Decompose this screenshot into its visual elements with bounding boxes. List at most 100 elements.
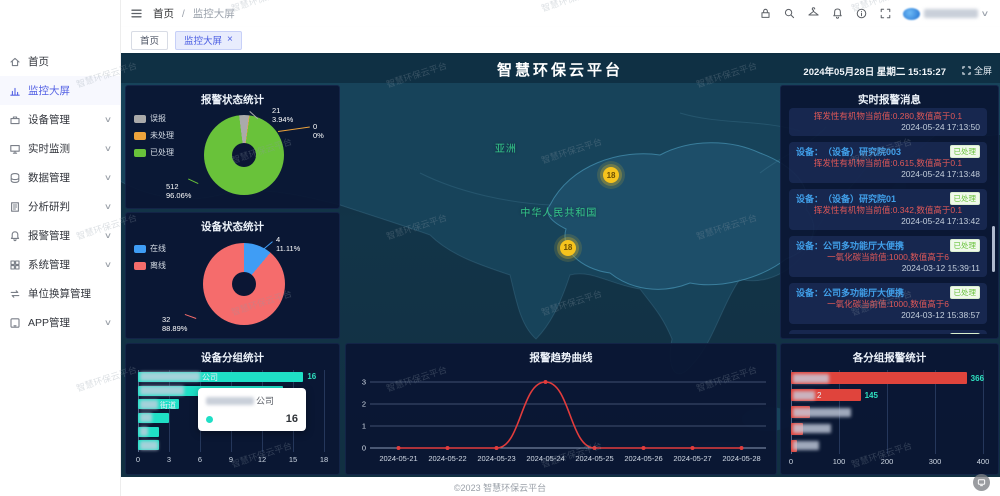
legend-item[interactable]: 离线: [134, 260, 166, 271]
sidebar-item-label: 系统管理: [28, 257, 105, 272]
search-icon[interactable]: [783, 7, 796, 20]
sidebar-item-label: 单位换算管理: [28, 286, 111, 301]
alarm-message-item[interactable]: 设备：公司多功能厅大便携已处理一氧化碳当前值:1000,数值高于62024-03…: [789, 236, 987, 277]
bar-label-masked: [140, 441, 158, 450]
legend-label: 在线: [150, 243, 166, 254]
bell-icon[interactable]: [831, 7, 844, 20]
sidebar-item-unit-convert[interactable]: 单位换算管理: [0, 279, 120, 308]
alarm-map-marker[interactable]: 18: [560, 240, 576, 256]
alarm-message-text: 一氧化碳当前值:1000,数值高于6: [796, 252, 980, 263]
fullscreen-toggle[interactable]: 全屏: [962, 64, 992, 77]
monitor-icon: [9, 143, 21, 155]
donut-chart-device-status[interactable]: [203, 243, 285, 325]
status-badge[interactable]: 已处理: [950, 192, 981, 205]
bar-value-label: 16: [307, 372, 316, 381]
bar-label-suffix: 街道: [160, 400, 176, 411]
bar-label-masked: [140, 400, 158, 409]
bar-label-suffix: 2: [817, 391, 821, 400]
sidebar-item-device-mgmt[interactable]: 设备管理∨: [0, 105, 120, 134]
sidebar-item-label: 设备管理: [28, 112, 105, 127]
sidebar-menu: 首页监控大屏设备管理∨实时监测∨数据管理∨分析研判∨报警管理∨系统管理∨单位换算…: [0, 47, 120, 337]
bar-label-masked: [140, 386, 184, 395]
tab-home[interactable]: 首页: [131, 31, 168, 50]
sidebar-item-data-mgmt[interactable]: 数据管理∨: [0, 163, 120, 192]
alarm-message-time: 2024-03-12 15:38:57: [796, 310, 980, 321]
dashboard-icon: [9, 85, 21, 97]
sidebar-item-home[interactable]: 首页: [0, 47, 120, 76]
dashboard-screen: 智慧环保云平台 2024年05月28日 星期二 15:15:27 全屏 亚洲中华…: [120, 53, 1000, 477]
home-icon: [9, 56, 21, 68]
legend-item[interactable]: 在线: [134, 243, 166, 254]
alarm-icon: [9, 230, 21, 242]
alarm-message-list: 挥发性有机物当前值:0.280,数值高于0.12024-05-24 17:13:…: [789, 108, 987, 334]
line-chart-alarm-trend[interactable]: 01232024-05-212024-05-222024-05-232024-0…: [350, 364, 772, 470]
legend-label: 已处理: [150, 147, 174, 158]
device-name: 公司多功能厅大便携: [823, 334, 904, 335]
legend-swatch: [134, 245, 146, 253]
svg-text:2024-05-25: 2024-05-25: [575, 454, 613, 463]
chart-tooltip: 公司 16: [198, 388, 306, 431]
sidebar-item-dashboard[interactable]: 监控大屏: [0, 76, 120, 105]
legend-item[interactable]: 已处理: [134, 147, 174, 158]
lock-icon[interactable]: [759, 7, 772, 20]
scrollbar-thumb[interactable]: [992, 226, 995, 272]
alarm-message-text: 挥发性有机物当前值:0.280,数值高于0.1: [796, 111, 980, 122]
bar-value-label: 366: [971, 374, 984, 383]
bar-label-masked: [793, 441, 819, 450]
gridline: [324, 370, 325, 452]
page-footer: ©2023 智慧环保云平台: [0, 477, 1000, 496]
sidebar-item-system-mgmt[interactable]: 系统管理∨: [0, 250, 120, 279]
bar-label-masked: [140, 372, 200, 381]
legend-label: 误报: [150, 113, 166, 124]
navbar-actions: ∨: [759, 7, 1000, 20]
device-prefix: 设备：: [796, 193, 823, 205]
chevron-down-icon: ∨: [104, 202, 112, 211]
tab-close-icon[interactable]: ×: [227, 35, 233, 45]
alarm-message-time: 2024-03-12 15:39:11: [796, 263, 980, 274]
legend-item[interactable]: 误报: [134, 113, 174, 124]
hamburger-icon[interactable]: [130, 7, 143, 20]
sidebar-item-alarm-mgmt[interactable]: 报警管理∨: [0, 221, 120, 250]
alarm-message-item[interactable]: 设备：（设备）研究院01已处理挥发性有机物当前值:0.342,数值高于0.120…: [789, 189, 987, 230]
tooltip-name-suffix: 公司: [256, 394, 274, 407]
pie-legend: 误报 未处理 已处理: [134, 113, 174, 158]
chevron-down-icon: ∨: [981, 9, 990, 18]
pie-callout: 51296.06%: [166, 182, 191, 201]
tab-label: 首页: [140, 33, 159, 47]
donut-chart-alarm-status[interactable]: [204, 115, 284, 195]
x-axis-tick-label: 18: [320, 455, 328, 464]
top-navbar: 首页 / 监控大屏 ∨: [120, 0, 1000, 28]
status-badge[interactable]: 已处理: [950, 333, 981, 334]
sidebar-item-app-mgmt[interactable]: APP管理∨: [0, 308, 120, 337]
tab-label: 监控大屏: [184, 33, 222, 47]
alarm-message-item[interactable]: 挥发性有机物当前值:0.280,数值高于0.12024-05-24 17:13:…: [789, 108, 987, 136]
status-badge[interactable]: 已处理: [950, 239, 981, 252]
svg-text:2: 2: [362, 400, 366, 409]
sidebar-item-analysis[interactable]: 分析研判∨: [0, 192, 120, 221]
info-icon[interactable]: [855, 7, 868, 20]
alarm-message-item[interactable]: 设备：公司多功能厅大便携已处理一氧化碳当前值:1000,数值高于62024-03…: [789, 283, 987, 324]
widget-icon: [977, 478, 986, 487]
panel-alarm-status: 报警状态统计 误报 未处理 已处理 213.94% 00% 51296.06%: [125, 85, 340, 209]
fullscreen-icon[interactable]: [879, 7, 892, 20]
sidebar-item-label: 分析研判: [28, 199, 105, 214]
legend-item[interactable]: 未处理: [134, 130, 174, 141]
user-menu[interactable]: ∨: [903, 8, 988, 20]
alarm-message-item[interactable]: 设备：（设备）研究院003已处理挥发性有机物当前值:0.615,数值高于0.12…: [789, 142, 987, 183]
breadcrumb-root[interactable]: 首页: [153, 8, 174, 20]
sidebar-item-realtime-monitor[interactable]: 实时监测∨: [0, 134, 120, 163]
legend-swatch: [134, 132, 146, 140]
svg-text:2024-05-22: 2024-05-22: [428, 454, 466, 463]
tab-dashboard[interactable]: 监控大屏 ×: [175, 31, 242, 50]
user-name-masked: [924, 9, 978, 18]
feedback-float-button[interactable]: [973, 474, 990, 491]
device-prefix: 设备：: [796, 240, 823, 252]
breadcrumb-separator: /: [182, 8, 185, 20]
map-region-label: 中华人民共和国: [520, 204, 597, 219]
theme-icon[interactable]: [807, 7, 820, 20]
svg-text:3: 3: [362, 378, 366, 387]
alarm-message-item[interactable]: 设备：公司多功能厅大便携已处理一氧化碳当前值:1000,数值高于62024-03…: [789, 330, 987, 334]
status-badge[interactable]: 已处理: [950, 286, 981, 299]
alarm-message-time: 2024-05-24 17:13:50: [796, 122, 980, 133]
status-badge[interactable]: 已处理: [950, 145, 981, 158]
